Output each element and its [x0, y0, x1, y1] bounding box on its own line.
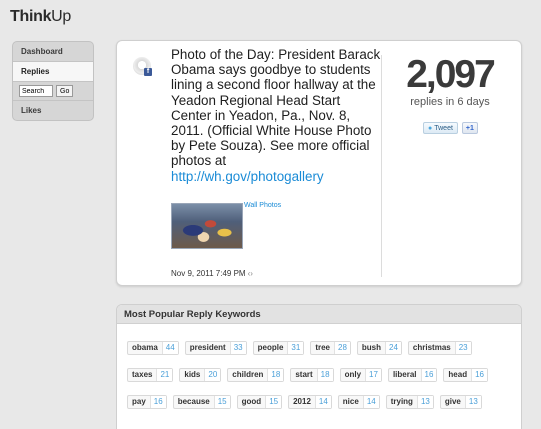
logo-up: Up	[51, 8, 72, 25]
keyword-word: 2012	[293, 397, 311, 406]
keyword-tag[interactable]: pay 16	[127, 395, 167, 409]
keyword-word: head	[448, 370, 468, 379]
search-input[interactable]	[19, 85, 53, 97]
keyword-count: 28	[334, 342, 350, 354]
go-button[interactable]: Go	[56, 85, 74, 97]
tweet-label: Tweet	[434, 124, 453, 132]
keyword-word: liberal	[392, 370, 417, 379]
keyword-word: president	[189, 343, 226, 352]
keyword-tag[interactable]: only 17	[339, 368, 382, 382]
keyword-count: 14	[362, 396, 379, 408]
keyword-tag[interactable]: children 18	[227, 368, 285, 382]
keyword-word: because	[177, 397, 210, 406]
keyword-count: 13	[464, 396, 481, 408]
divider	[381, 55, 382, 277]
keyword-count: 31	[287, 342, 304, 354]
keyword-word: give	[444, 397, 461, 406]
keyword-count: 15	[213, 396, 230, 408]
keyword-word: tree	[315, 343, 330, 352]
reply-count-label: replies in 6 days	[410, 96, 490, 108]
sidebar-item-dashboard[interactable]: Dashboard	[13, 42, 93, 62]
keyword-tag[interactable]: good 15	[236, 395, 283, 409]
post-body: Photo of the Day: President Barack Obama…	[171, 47, 381, 169]
keywords-card: Most Popular Reply Keywords obama 44 presi…	[116, 304, 522, 429]
keyword-tag[interactable]: liberal 16	[387, 368, 438, 382]
keyword-word: christmas	[412, 343, 451, 352]
keywords-title: Most Popular Reply Keywords	[117, 305, 521, 324]
keyword-tag[interactable]: people 31	[252, 341, 305, 355]
thinkup-logo[interactable]: ThinkUp	[10, 8, 71, 26]
reply-count: 2,097	[406, 53, 496, 96]
keyword-tag[interactable]: give 13	[439, 395, 482, 409]
keyword-tag[interactable]: 2012 14	[288, 395, 332, 409]
keyword-tag[interactable]: obama 44	[127, 341, 179, 355]
keyword-word: only	[344, 370, 362, 379]
keyword-tag[interactable]: taxes 21	[127, 368, 174, 382]
keyword-word: people	[257, 343, 284, 352]
keyword-count: 16	[149, 396, 166, 408]
keyword-count: 15	[265, 396, 282, 408]
sidebar-item-replies[interactable]: Replies	[13, 62, 93, 82]
keyword-tag[interactable]: head 16	[443, 368, 488, 382]
keyword-count: 24	[385, 342, 401, 354]
keyword-count: 33	[229, 342, 246, 354]
keyword-count: 13	[416, 396, 433, 408]
keyword-count: 17	[365, 369, 381, 381]
keyword-tag[interactable]: kids 20	[179, 368, 222, 382]
keyword-count: 20	[204, 369, 221, 381]
twitter-bird-icon: ●	[428, 124, 433, 132]
sidebar-search: Go	[13, 82, 93, 101]
keyword-tag[interactable]: tree 28	[310, 341, 351, 355]
keyword-count: 16	[471, 369, 487, 381]
keyword-word: start	[295, 370, 313, 379]
keyword-count: 44	[161, 342, 178, 354]
keyword-row: pay 16 because 15 good 15 2012 14 nice 14 trying 13…	[127, 395, 482, 409]
link-icon[interactable]: ‹›	[248, 269, 253, 278]
keyword-tag[interactable]: bush 24	[356, 341, 402, 355]
keyword-word: bush	[361, 343, 382, 352]
plus-one-button[interactable]: +1	[461, 122, 478, 134]
share-row: ● Tweet +1	[423, 122, 478, 134]
keyword-word: taxes	[132, 370, 153, 379]
keyword-tag[interactable]: president 33	[184, 341, 247, 355]
keyword-word: good	[241, 397, 262, 406]
post-link[interactable]: http://wh.gov/photogallery	[171, 169, 324, 184]
keyword-word: children	[232, 370, 264, 379]
keyword-word: nice	[342, 397, 359, 406]
keyword-word: obama	[132, 343, 158, 352]
keyword-word: kids	[184, 370, 201, 379]
tweet-button[interactable]: ● Tweet	[423, 122, 458, 134]
photo-caption-link[interactable]: Wall Photos	[244, 202, 281, 209]
keyword-word: trying	[390, 397, 413, 406]
keyword-tag[interactable]: christmas 23	[407, 341, 472, 355]
keyword-tag[interactable]: trying 13	[385, 395, 434, 409]
keyword-count: 14	[314, 396, 331, 408]
post-meta: Nov 9, 2011 7:49 PM ‹›	[171, 269, 253, 278]
facebook-icon: f	[144, 68, 152, 76]
keyword-row: taxes 21 kids 20 children 18 start 18 only 17 libe…	[127, 368, 488, 382]
post-timestamp[interactable]: Nov 9, 2011 7:49 PM	[171, 269, 246, 278]
keyword-count: 23	[454, 342, 471, 354]
keyword-count: 18	[267, 369, 284, 381]
sidebar-nav: Dashboard Replies Go Likes	[12, 41, 94, 121]
keyword-tag[interactable]: start 18	[290, 368, 334, 382]
keyword-count: 18	[316, 369, 333, 381]
keyword-count: 21	[156, 369, 173, 381]
post-photo[interactable]	[171, 203, 243, 249]
post-card: f Photo of the Day: President Barack Oba…	[116, 40, 522, 286]
keyword-tag[interactable]: because 15	[172, 395, 231, 409]
logo-think: Think	[10, 8, 52, 25]
keyword-word: pay	[132, 397, 146, 406]
keyword-tag[interactable]: nice 14	[337, 395, 380, 409]
keyword-row: obama 44 president 33 people 31 tree 28 bush 24 ch…	[127, 341, 472, 355]
post-text: Photo of the Day: President Barack Obama…	[171, 47, 381, 184]
keyword-count: 16	[420, 369, 437, 381]
sidebar-item-likes[interactable]: Likes	[13, 101, 93, 120]
